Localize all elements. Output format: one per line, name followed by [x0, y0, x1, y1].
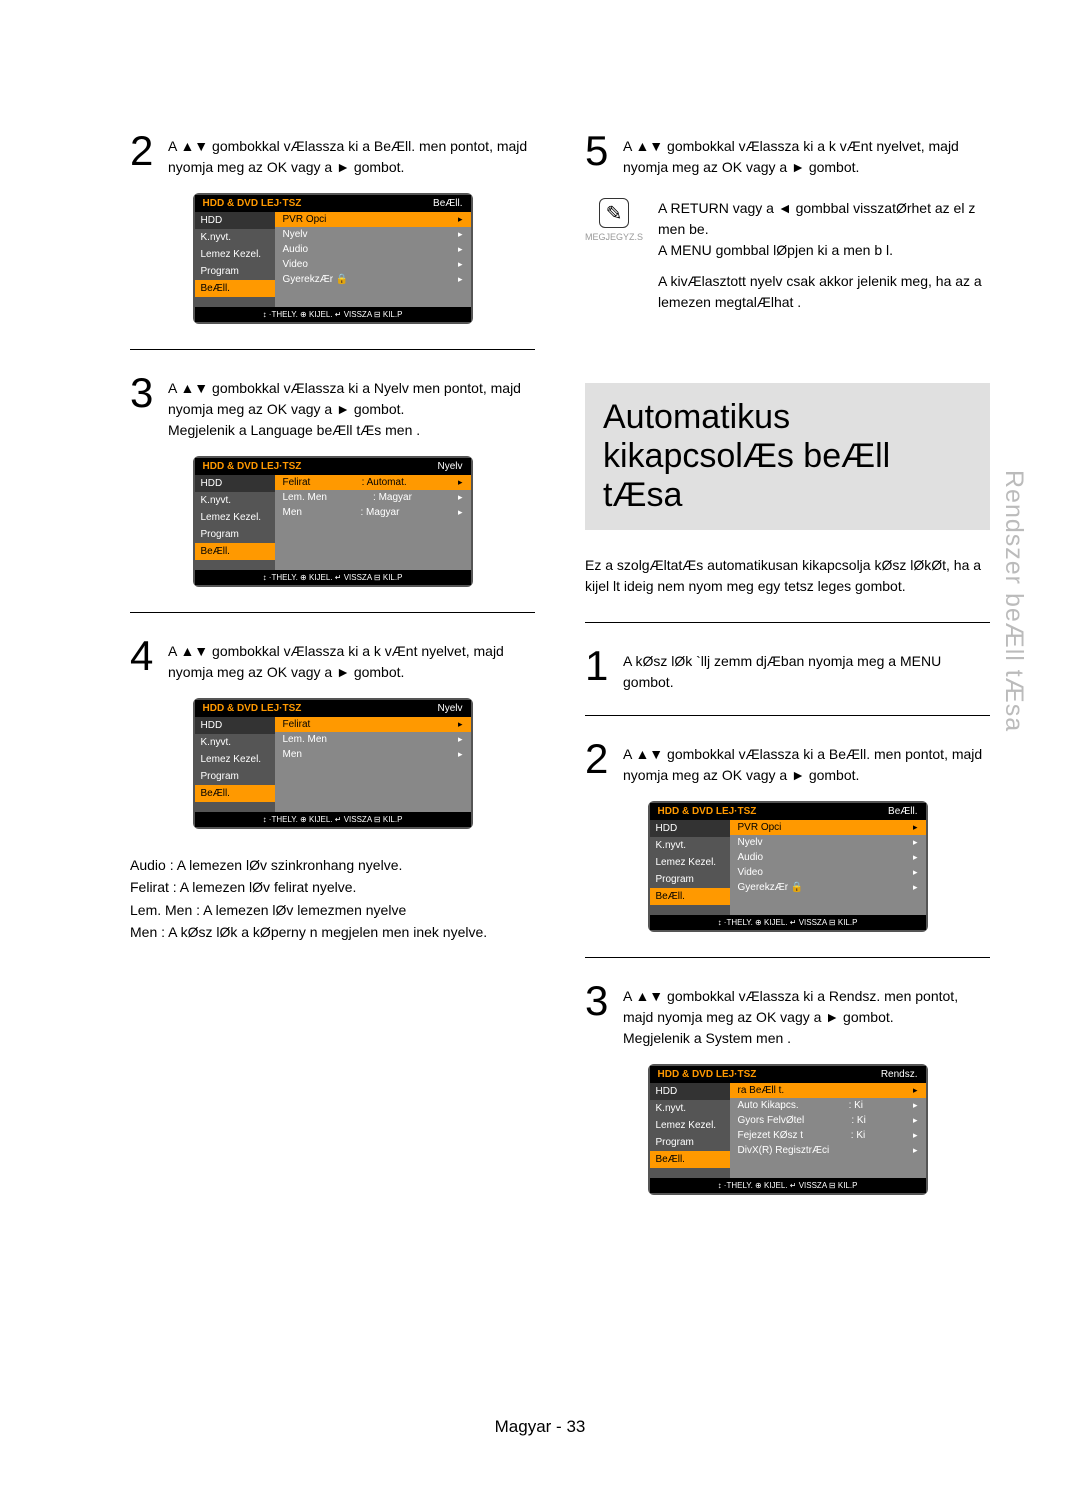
left-column: 2 A ▲▼ gombokkal vÆlassza ki a BeÆll. me…	[130, 130, 535, 1220]
step-number: 5	[585, 130, 613, 172]
note-icon: ✎	[599, 198, 629, 228]
step-number: 2	[130, 130, 158, 172]
page-footer: Magyar - 33	[495, 1417, 586, 1437]
definitions: Audio : A lemezen lØv szinkronhang nyelv…	[130, 854, 535, 944]
step-text: A ▲▼ gombokkal vÆlassza ki a BeÆll. men …	[623, 738, 990, 786]
osd-screenshot-1: HDD & DVD LEJ·TSZ BeÆll. HDD K.nyvt. Lem…	[193, 193, 473, 324]
osd-screenshot-2: HDD & DVD LEJ·TSZ Nyelv HDD K.nyvt. Leme…	[193, 456, 473, 587]
step-b2: 2 A ▲▼ gombokkal vÆlassza ki a BeÆll. me…	[585, 738, 990, 786]
step-text: A ▲▼ gombokkal vÆlassza ki a BeÆll. men …	[168, 130, 535, 178]
osd-title: HDD & DVD LEJ·TSZ	[203, 198, 302, 209]
right-column: 5 A ▲▼ gombokkal vÆlassza ki a k vÆnt ny…	[585, 130, 990, 1220]
step-4: 4 A ▲▼ gombokkal vÆlassza ki a k vÆnt ny…	[130, 635, 535, 683]
step-5: 5 A ▲▼ gombokkal vÆlassza ki a k vÆnt ny…	[585, 130, 990, 178]
osd-screenshot-5: HDD & DVD LEJ·TSZ Rendsz. HDD K.nyvt. Le…	[648, 1064, 928, 1195]
step-text: A ▲▼ gombokkal vÆlassza ki a k vÆnt nyel…	[168, 635, 535, 683]
step-text: A ▲▼ gombokkal vÆlassza ki a Nyelv men p…	[168, 372, 535, 441]
step-number: 3	[130, 372, 158, 414]
step-text: A kØsz lØk `llj zemm djÆban nyomja meg a…	[623, 645, 990, 693]
osd-footer: ↕ ·THELY. ⊕ KIJEL. ↵ VISSZA ⊟ KIL.P	[195, 307, 471, 322]
section-heading: Automatikus kikapcsolÆs beÆll tÆsa	[585, 383, 990, 530]
osd-subtitle: BeÆll.	[433, 198, 462, 209]
osd-screenshot-3: HDD & DVD LEJ·TSZ Nyelv HDD K.nyvt. Leme…	[193, 698, 473, 829]
note-box: ✎ MEGJEGYZ.S A RETURN vagy a ◄ gombbal v…	[585, 198, 990, 313]
step-number: 3	[585, 980, 613, 1022]
step-3: 3 A ▲▼ gombokkal vÆlassza ki a Nyelv men…	[130, 372, 535, 441]
step-b1: 1 A kØsz lØk `llj zemm djÆban nyomja meg…	[585, 645, 990, 693]
side-tab: Rendszer beÆll tÆsa	[999, 470, 1028, 732]
note-label: MEGJEGYZ.S	[585, 232, 643, 242]
osd-content: PVR Opci▸ Nyelv▸ Audio▸ Video▸ GyerekzÆr…	[275, 212, 471, 307]
step-text: A ▲▼ gombokkal vÆlassza ki a Rendsz. men…	[623, 980, 990, 1049]
section-description: Ez a szolgÆltatÆs automatikusan kikapcso…	[585, 555, 990, 597]
step-b3: 3 A ▲▼ gombokkal vÆlassza ki a Rendsz. m…	[585, 980, 990, 1049]
step-number: 4	[130, 635, 158, 677]
step-number: 1	[585, 645, 613, 687]
osd-screenshot-4: HDD & DVD LEJ·TSZ BeÆll. HDD K.nyvt. Lem…	[648, 801, 928, 932]
step-number: 2	[585, 738, 613, 780]
step-text: A ▲▼ gombokkal vÆlassza ki a k vÆnt nyel…	[623, 130, 990, 178]
step-2: 2 A ▲▼ gombokkal vÆlassza ki a BeÆll. me…	[130, 130, 535, 178]
note-text: A RETURN vagy a ◄ gombbal visszatØrhet a…	[658, 198, 990, 313]
osd-nav: HDD K.nyvt. Lemez Kezel. Program BeÆll.	[195, 212, 275, 307]
